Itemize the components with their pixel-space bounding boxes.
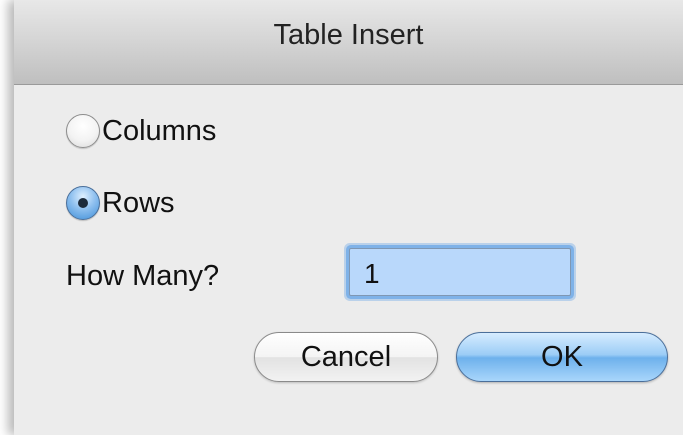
columns-option[interactable]: Columns [66,114,216,148]
cancel-button[interactable]: Cancel [254,332,438,382]
rows-label[interactable]: Rows [102,187,175,220]
ok-button[interactable]: OK [456,332,668,382]
how-many-input[interactable] [349,248,571,296]
columns-label[interactable]: Columns [102,115,216,148]
dialog-title: Table Insert [273,19,424,51]
rows-option[interactable]: Rows [66,186,175,220]
radio-checked-icon[interactable] [66,186,100,220]
how-many-label: How Many? [66,260,220,292]
radio-unchecked-icon[interactable] [66,114,100,148]
dialog-title-bar[interactable]: Table Insert [14,0,683,85]
radio-dot [78,198,88,208]
table-insert-dialog: Table Insert Columns Rows How Many? Canc… [14,0,683,435]
